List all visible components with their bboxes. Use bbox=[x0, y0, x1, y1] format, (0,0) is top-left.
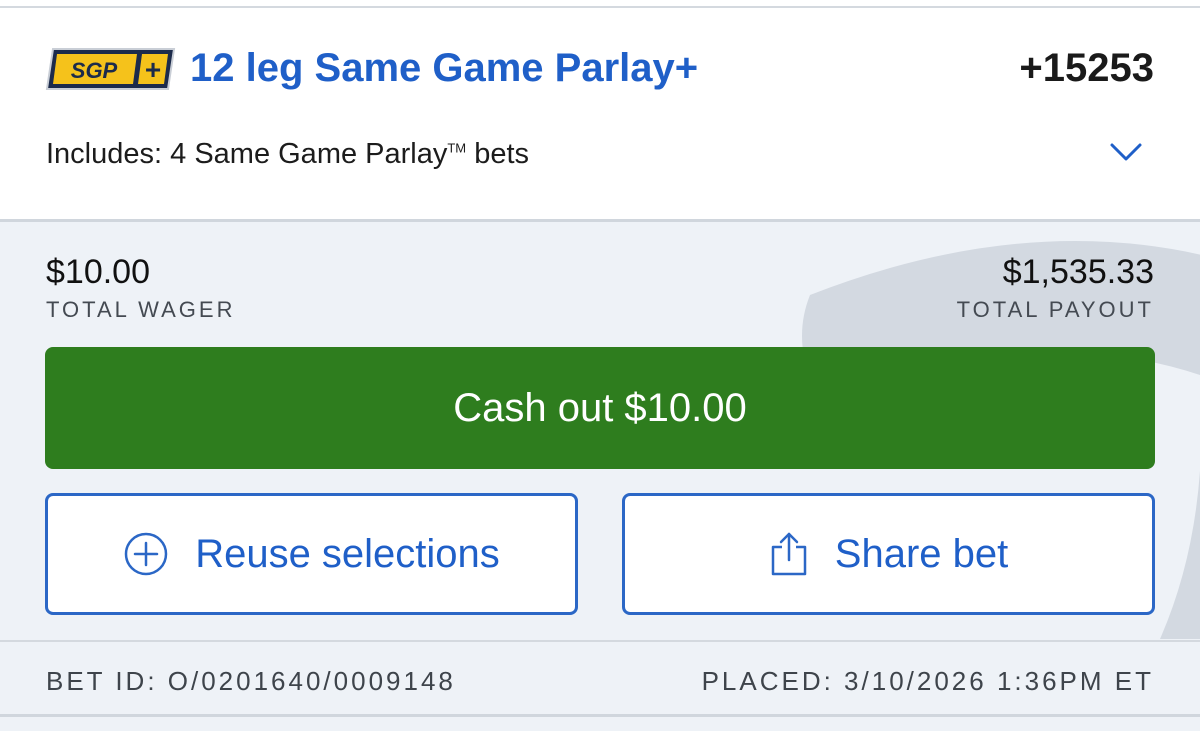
trademark-mark: TM bbox=[447, 140, 467, 156]
chevron-down-icon[interactable] bbox=[1108, 140, 1144, 164]
total-wager-label: TOTAL WAGER bbox=[46, 297, 236, 322]
includes-prefix: Includes: 4 Same Game Parlay bbox=[46, 138, 448, 170]
total-wager-amount: $10.00 bbox=[46, 253, 150, 291]
bet-id: BET ID: O/0201640/0009148 bbox=[46, 666, 456, 696]
plus-circle-icon bbox=[124, 532, 168, 576]
share-icon bbox=[771, 532, 807, 576]
reuse-selections-button[interactable]: Reuse selections bbox=[45, 493, 578, 615]
total-payout-amount: $1,535.33 bbox=[1002, 253, 1154, 291]
bottom-divider bbox=[0, 714, 1200, 717]
includes-suffix: bets bbox=[466, 138, 530, 170]
sgp-badge-text: SGP bbox=[71, 58, 118, 83]
cash-out-button[interactable]: Cash out $10.00 bbox=[45, 347, 1155, 469]
share-bet-label: Share bet bbox=[834, 531, 1009, 576]
bet-odds: +15253 bbox=[1019, 46, 1154, 90]
share-bet-button[interactable]: Share bet bbox=[622, 493, 1155, 615]
top-divider bbox=[0, 0, 1200, 8]
cash-out-label: Cash out $10.00 bbox=[453, 385, 747, 430]
reuse-selections-label: Reuse selections bbox=[195, 531, 500, 576]
sgp-badge-plus: + bbox=[145, 54, 161, 85]
bet-title: 12 leg Same Game Parlay+ bbox=[190, 46, 699, 90]
sgp-badge: SGP + bbox=[45, 48, 176, 90]
placed-timestamp: PLACED: 3/10/2026 1:36PM ET bbox=[701, 666, 1154, 696]
bet-header-card bbox=[0, 8, 1200, 222]
includes-text: Includes: 4 Same Game ParlayTM bets bbox=[46, 134, 529, 174]
total-payout-label: TOTAL PAYOUT bbox=[956, 297, 1154, 322]
